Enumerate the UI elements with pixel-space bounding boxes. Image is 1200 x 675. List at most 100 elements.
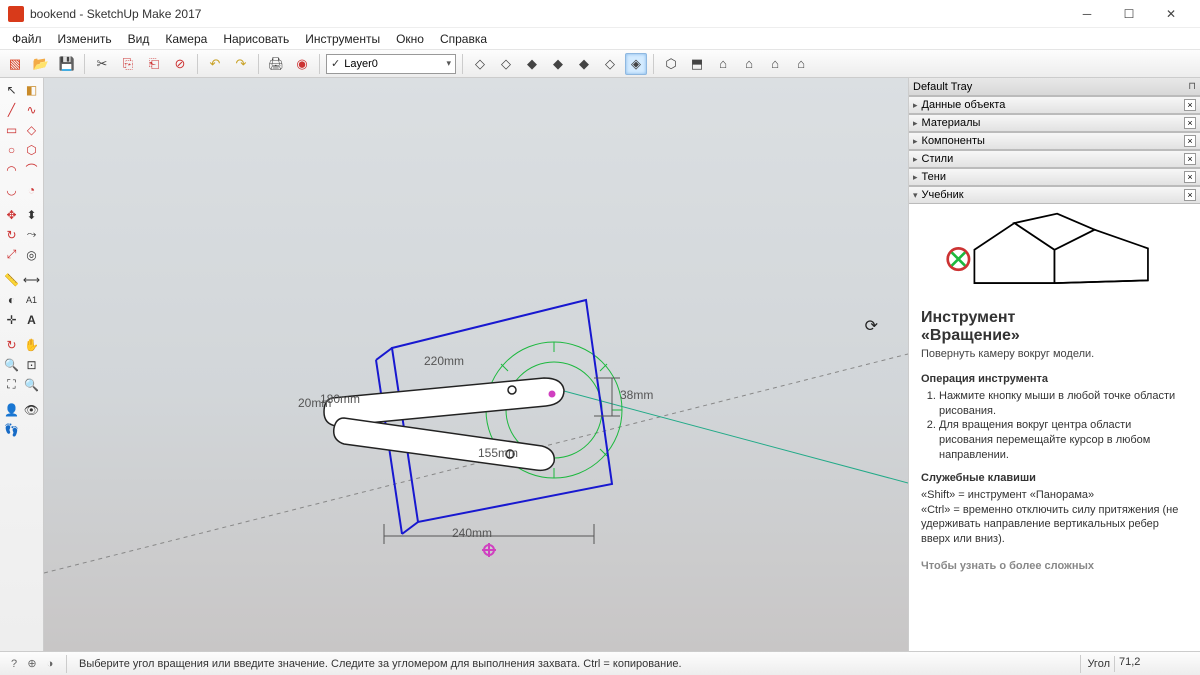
freehand-tool-icon[interactable]: ∿ — [22, 100, 41, 119]
shaded-textures-icon[interactable]: ◆ — [547, 53, 569, 75]
polygon-tool-icon[interactable]: ⬡ — [22, 140, 41, 159]
text-tool-icon[interactable]: A1 — [22, 290, 41, 309]
panel-close-icon[interactable]: × — [1184, 153, 1196, 165]
new-file-icon[interactable]: ▧ — [4, 53, 26, 75]
panel-shadows[interactable]: ▸Тени× — [909, 168, 1200, 186]
menu-draw[interactable]: Нарисовать — [215, 30, 297, 48]
paste-icon[interactable]: ⎗ — [143, 53, 165, 75]
back-edges-icon[interactable]: ◈ — [625, 53, 647, 75]
rectangle-tool-icon[interactable]: ▭ — [2, 120, 21, 139]
zoom-extents-tool-icon[interactable]: ⛶ — [2, 375, 21, 394]
menu-edit[interactable]: Изменить — [50, 30, 120, 48]
iso-view-icon[interactable]: ⬡ — [660, 53, 682, 75]
hidden-line-icon[interactable]: ◇ — [495, 53, 517, 75]
prev-view-tool-icon[interactable]: 🔍 — [22, 375, 41, 394]
pin-icon[interactable]: ⊓ — [1188, 81, 1196, 92]
scale-tool-icon[interactable]: ⤢ — [2, 245, 21, 264]
angle-value[interactable]: 71,2 — [1114, 656, 1194, 672]
geo-icon[interactable]: ⊕ — [24, 656, 40, 672]
copy-icon[interactable]: ⎘ — [117, 53, 139, 75]
instructor-illustration — [921, 214, 1188, 299]
followme-tool-icon[interactable]: ⤳ — [22, 225, 41, 244]
panel-close-icon[interactable]: × — [1184, 189, 1196, 201]
axes-tool-icon[interactable]: ✛ — [2, 310, 21, 329]
panel-close-icon[interactable]: × — [1184, 171, 1196, 183]
panel-close-icon[interactable]: × — [1184, 135, 1196, 147]
undo-icon[interactable]: ↶ — [204, 53, 226, 75]
shaded-icon[interactable]: ◆ — [521, 53, 543, 75]
layer-dropdown[interactable]: ✓ Layer0 ▾ — [326, 54, 456, 74]
delete-icon[interactable]: ⊘ — [169, 53, 191, 75]
zoom-window-tool-icon[interactable]: ⊡ — [22, 355, 41, 374]
left-view-icon[interactable]: ⌂ — [790, 53, 812, 75]
tray-title: Default Tray — [913, 81, 972, 93]
menu-file[interactable]: Файл — [4, 30, 50, 48]
maximize-button[interactable]: ☐ — [1108, 2, 1150, 26]
right-view-icon[interactable]: ⌂ — [738, 53, 760, 75]
pushpull-tool-icon[interactable]: ⬍ — [22, 205, 41, 224]
3pt-arc-tool-icon[interactable]: ◡ — [2, 180, 21, 199]
2pt-arc-tool-icon[interactable]: ⌒ — [22, 160, 41, 179]
eraser-tool-icon[interactable]: ◧ — [22, 80, 41, 99]
panel-close-icon[interactable]: × — [1184, 117, 1196, 129]
instructor-sec2: Служебные клавиши — [921, 471, 1188, 486]
move-tool-icon[interactable]: ✥ — [2, 205, 21, 224]
tape-tool-icon[interactable]: 📏 — [2, 270, 21, 289]
help-icon[interactable]: ? — [6, 656, 22, 672]
instructor-sec1: Операция инструмента — [921, 372, 1188, 387]
wireframe-icon[interactable]: ◇ — [469, 53, 491, 75]
offset-tool-icon[interactable]: ◎ — [22, 245, 41, 264]
xray-icon[interactable]: ◇ — [599, 53, 621, 75]
menu-tools[interactable]: Инструменты — [297, 30, 388, 48]
model-info-icon[interactable]: ◉ — [291, 53, 313, 75]
menu-window[interactable]: Окно — [388, 30, 432, 48]
panel-instructor[interactable]: ▾Учебник× — [909, 186, 1200, 204]
rotate-tool-icon[interactable]: ↻ — [2, 225, 21, 244]
print-icon[interactable]: 🖨 — [265, 53, 287, 75]
panel-close-icon[interactable]: × — [1184, 99, 1196, 111]
panel-components[interactable]: ▸Компоненты× — [909, 132, 1200, 150]
instructor-title2: «Вращение» — [921, 327, 1188, 345]
menu-bar: Файл Изменить Вид Камера Нарисовать Инст… — [0, 28, 1200, 50]
line-tool-icon[interactable]: ╱ — [2, 100, 21, 119]
menu-view[interactable]: Вид — [120, 30, 158, 48]
select-tool-icon[interactable]: ↖ — [2, 80, 21, 99]
close-button[interactable]: ✕ — [1150, 2, 1192, 26]
protractor-tool-icon[interactable]: ◐ — [2, 290, 21, 309]
menu-help[interactable]: Справка — [432, 30, 495, 48]
menu-camera[interactable]: Камера — [157, 30, 215, 48]
minimize-button[interactable]: ─ — [1066, 2, 1108, 26]
walk-tool-icon[interactable]: 👣 — [2, 420, 21, 439]
panel-materials[interactable]: ▸Материалы× — [909, 114, 1200, 132]
open-file-icon[interactable]: 📂 — [30, 53, 52, 75]
orbit-cursor-icon: ⟳ — [865, 316, 878, 336]
front-view-icon[interactable]: ⌂ — [712, 53, 734, 75]
instructor-content: Инструмент «Вращение» Повернуть камеру в… — [909, 204, 1200, 651]
zoom-tool-icon[interactable]: 🔍 — [2, 355, 21, 374]
look-around-icon[interactable]: 👁 — [22, 400, 41, 419]
rotated-rect-tool-icon[interactable]: ◇ — [22, 120, 41, 139]
angle-label: Угол — [1087, 658, 1110, 670]
panel-entity-info[interactable]: ▸Данные объекта× — [909, 96, 1200, 114]
arc-tool-icon[interactable]: ◠ — [2, 160, 21, 179]
viewport-3d[interactable]: 220mm 180mm 20mm 38mm 155mm 240mm ⟳ — [44, 78, 908, 651]
panel-styles[interactable]: ▸Стили× — [909, 150, 1200, 168]
orbit-tool-icon[interactable]: ↻ — [2, 335, 21, 354]
top-view-icon[interactable]: ⬒ — [686, 53, 708, 75]
chevron-down-icon: ▾ — [446, 58, 451, 69]
pan-tool-icon[interactable]: ✋ — [22, 335, 41, 354]
pie-tool-icon[interactable]: ◔ — [22, 180, 41, 199]
back-view-icon[interactable]: ⌂ — [764, 53, 786, 75]
tray-header[interactable]: Default Tray ⊓ — [909, 78, 1200, 96]
user-icon[interactable]: ◑ — [42, 656, 58, 672]
position-camera-icon[interactable]: 👤 — [2, 400, 21, 419]
save-file-icon[interactable]: 💾 — [56, 53, 78, 75]
section-tool-icon[interactable] — [22, 420, 41, 439]
cut-icon[interactable]: ✂ — [91, 53, 113, 75]
dimension-tool-icon[interactable]: ⟷ — [22, 270, 41, 289]
monochrome-icon[interactable]: ◆ — [573, 53, 595, 75]
instructor-title1: Инструмент — [921, 309, 1188, 327]
3dtext-tool-icon[interactable]: A — [22, 310, 41, 329]
circle-tool-icon[interactable]: ○ — [2, 140, 21, 159]
redo-icon[interactable]: ↷ — [230, 53, 252, 75]
